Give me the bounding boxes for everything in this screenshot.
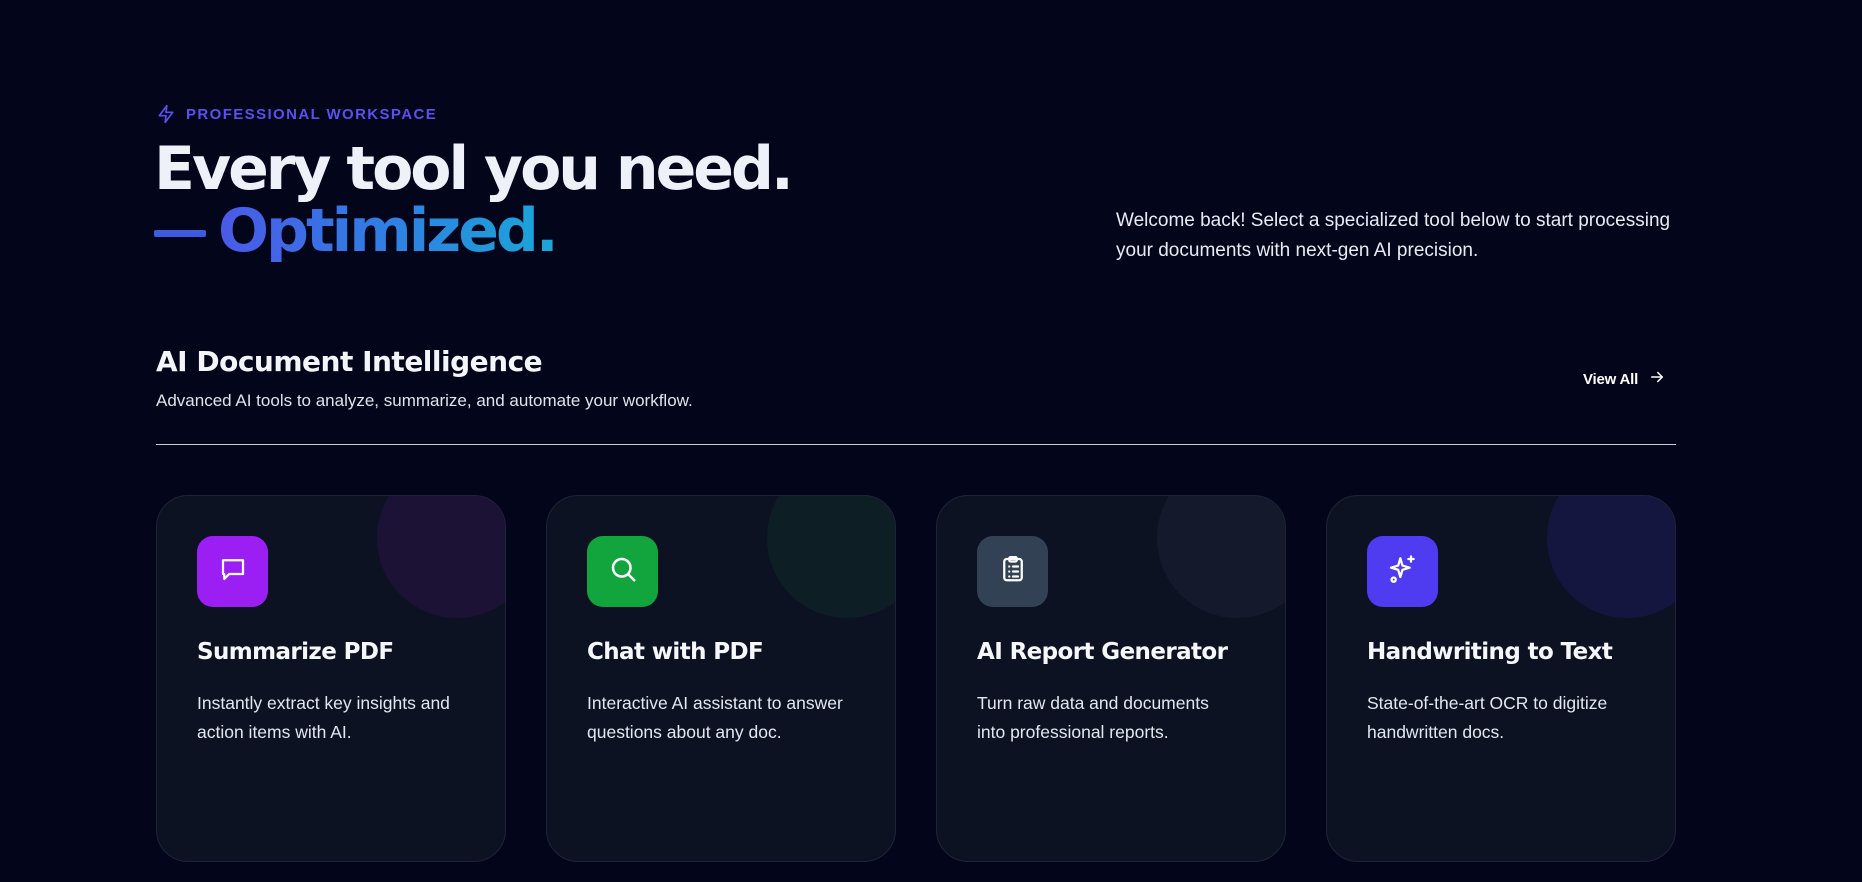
card-decoration — [377, 496, 505, 618]
workspace-page: PROFESSIONAL WORKSPACE Every tool you ne… — [0, 0, 1862, 882]
lightning-icon — [156, 104, 176, 124]
card-description: State-of-the-art OCR to digitize handwri… — [1367, 693, 1608, 742]
section-subtitle: Advanced AI tools to analyze, summarize,… — [156, 391, 693, 410]
hero-title-line1: Every tool you need. — [154, 134, 794, 204]
card-icon-box — [977, 536, 1048, 607]
card-decoration — [1547, 496, 1675, 618]
card-icon-box — [587, 536, 658, 607]
tool-card-chat-with-pdf[interactable]: Chat with PDF Interactive AI assistant t… — [546, 495, 896, 862]
section-title: AI Document Intelligence — [156, 345, 543, 378]
card-icon-box — [197, 536, 268, 607]
accent-dash — [154, 229, 206, 237]
card-title: Chat with PDF — [587, 639, 764, 665]
view-all-label: View All — [1583, 370, 1639, 388]
card-title: Summarize PDF — [197, 639, 394, 665]
tool-card-handwriting-to-text[interactable]: Handwriting to Text State-of-the-art OCR… — [1326, 495, 1676, 862]
tool-card-ai-report-generator[interactable]: AI Report Generator Turn raw data and do… — [936, 495, 1286, 862]
eyebrow-label: PROFESSIONAL WORKSPACE — [186, 105, 438, 123]
search-icon — [608, 554, 638, 589]
card-icon-box — [1367, 536, 1438, 607]
eyebrow: PROFESSIONAL WORKSPACE — [156, 104, 437, 124]
chat-bubble-icon — [218, 554, 248, 589]
welcome-text: Welcome back! Select a specialized tool … — [1116, 210, 1671, 261]
hero-title-highlight: Optimized. — [218, 196, 559, 266]
hero-title-line2: Optimized. — [154, 200, 791, 262]
sparkles-icon — [1387, 553, 1419, 590]
card-description: Instantly extract key insights and actio… — [197, 693, 450, 742]
clipboard-icon — [998, 554, 1028, 589]
card-decoration — [767, 496, 895, 618]
arrow-right-icon — [1648, 368, 1666, 390]
card-title: Handwriting to Text — [1367, 639, 1613, 665]
card-description: Interactive AI assistant to answer quest… — [587, 693, 843, 742]
tool-card-summarize-pdf[interactable]: Summarize PDF Instantly extract key insi… — [156, 495, 506, 862]
card-description: Turn raw data and documents into profess… — [977, 693, 1209, 742]
section-divider — [156, 444, 1676, 445]
hero-title: Every tool you need. Optimized. — [154, 134, 794, 262]
card-title: AI Report Generator — [977, 639, 1228, 665]
view-all-link[interactable]: View All — [1583, 368, 1666, 390]
card-decoration — [1157, 496, 1285, 618]
